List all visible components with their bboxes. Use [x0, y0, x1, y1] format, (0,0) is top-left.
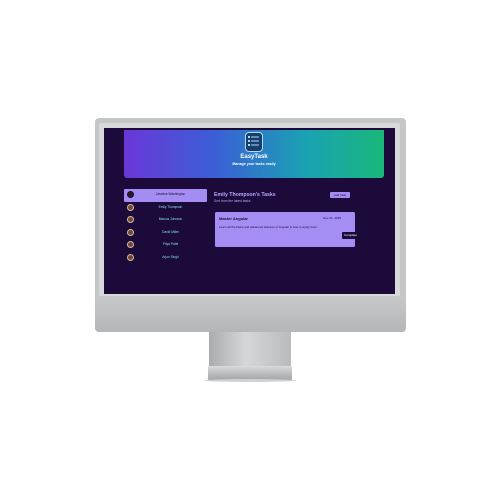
- sidebar-item-priya-patel[interactable]: Priya Patel: [124, 239, 207, 252]
- monitor-stand-base: [208, 366, 292, 380]
- app-title: EasyTask: [240, 154, 268, 160]
- add-task-button[interactable]: Add Task: [330, 192, 350, 198]
- page-title: Emily Thompson's Tasks: [214, 192, 276, 198]
- stand-shadow: [204, 379, 296, 382]
- task-title: Master Angular: [219, 216, 248, 221]
- page-subtitle: Sort from the latest tasks: [214, 199, 251, 203]
- avatar: [126, 203, 134, 211]
- avatar: [126, 216, 134, 224]
- task-date: Dec 31, 2025: [323, 216, 341, 220]
- app-screen: EasyTask Manage your tasks easily Jasmin…: [104, 128, 395, 294]
- header-banner: EasyTask Manage your tasks easily: [124, 130, 384, 178]
- task-card: Master Angular Dec 31, 2025 Learn all th…: [215, 212, 355, 247]
- monitor-stand-neck: [209, 332, 291, 366]
- sidebar-item-arjun-singh[interactable]: Arjun Singh: [124, 252, 207, 265]
- task-list-icon: [245, 132, 263, 152]
- sidebar-item-marcus-johnson[interactable]: Marcus Johnson: [124, 214, 207, 227]
- user-sidebar: Jasmine Washington Emily Thompson Marcus…: [124, 189, 207, 265]
- monitor-frame: EasyTask Manage your tasks easily Jasmin…: [95, 118, 406, 332]
- monitor-bezel: EasyTask Manage your tasks easily Jasmin…: [99, 123, 400, 296]
- avatar: [126, 253, 134, 261]
- sidebar-item-label: Priya Patel: [162, 242, 179, 247]
- sidebar-item-label: Emily Thompson: [158, 204, 183, 209]
- sidebar-item-emily-thompson[interactable]: Emily Thompson: [124, 202, 207, 215]
- complete-button[interactable]: Complete: [342, 232, 359, 239]
- monitor-chin: [95, 296, 406, 332]
- app-subtitle: Manage your tasks easily: [232, 162, 276, 166]
- sidebar-item-jasmine-washington[interactable]: Jasmine Washington: [124, 189, 207, 202]
- sidebar-item-label: Marcus Johnson: [158, 217, 183, 222]
- task-description: Learn all the basic and advanced feature…: [219, 225, 318, 229]
- avatar: [126, 228, 134, 236]
- avatar: [126, 241, 134, 249]
- sidebar-item-david-miller[interactable]: David Miller: [124, 227, 207, 240]
- sidebar-item-label: Arjun Singh: [162, 254, 179, 259]
- avatar: [126, 191, 134, 198]
- sidebar-item-label: Jasmine Washington: [155, 192, 186, 196]
- sidebar-item-label: David Miller: [162, 229, 179, 234]
